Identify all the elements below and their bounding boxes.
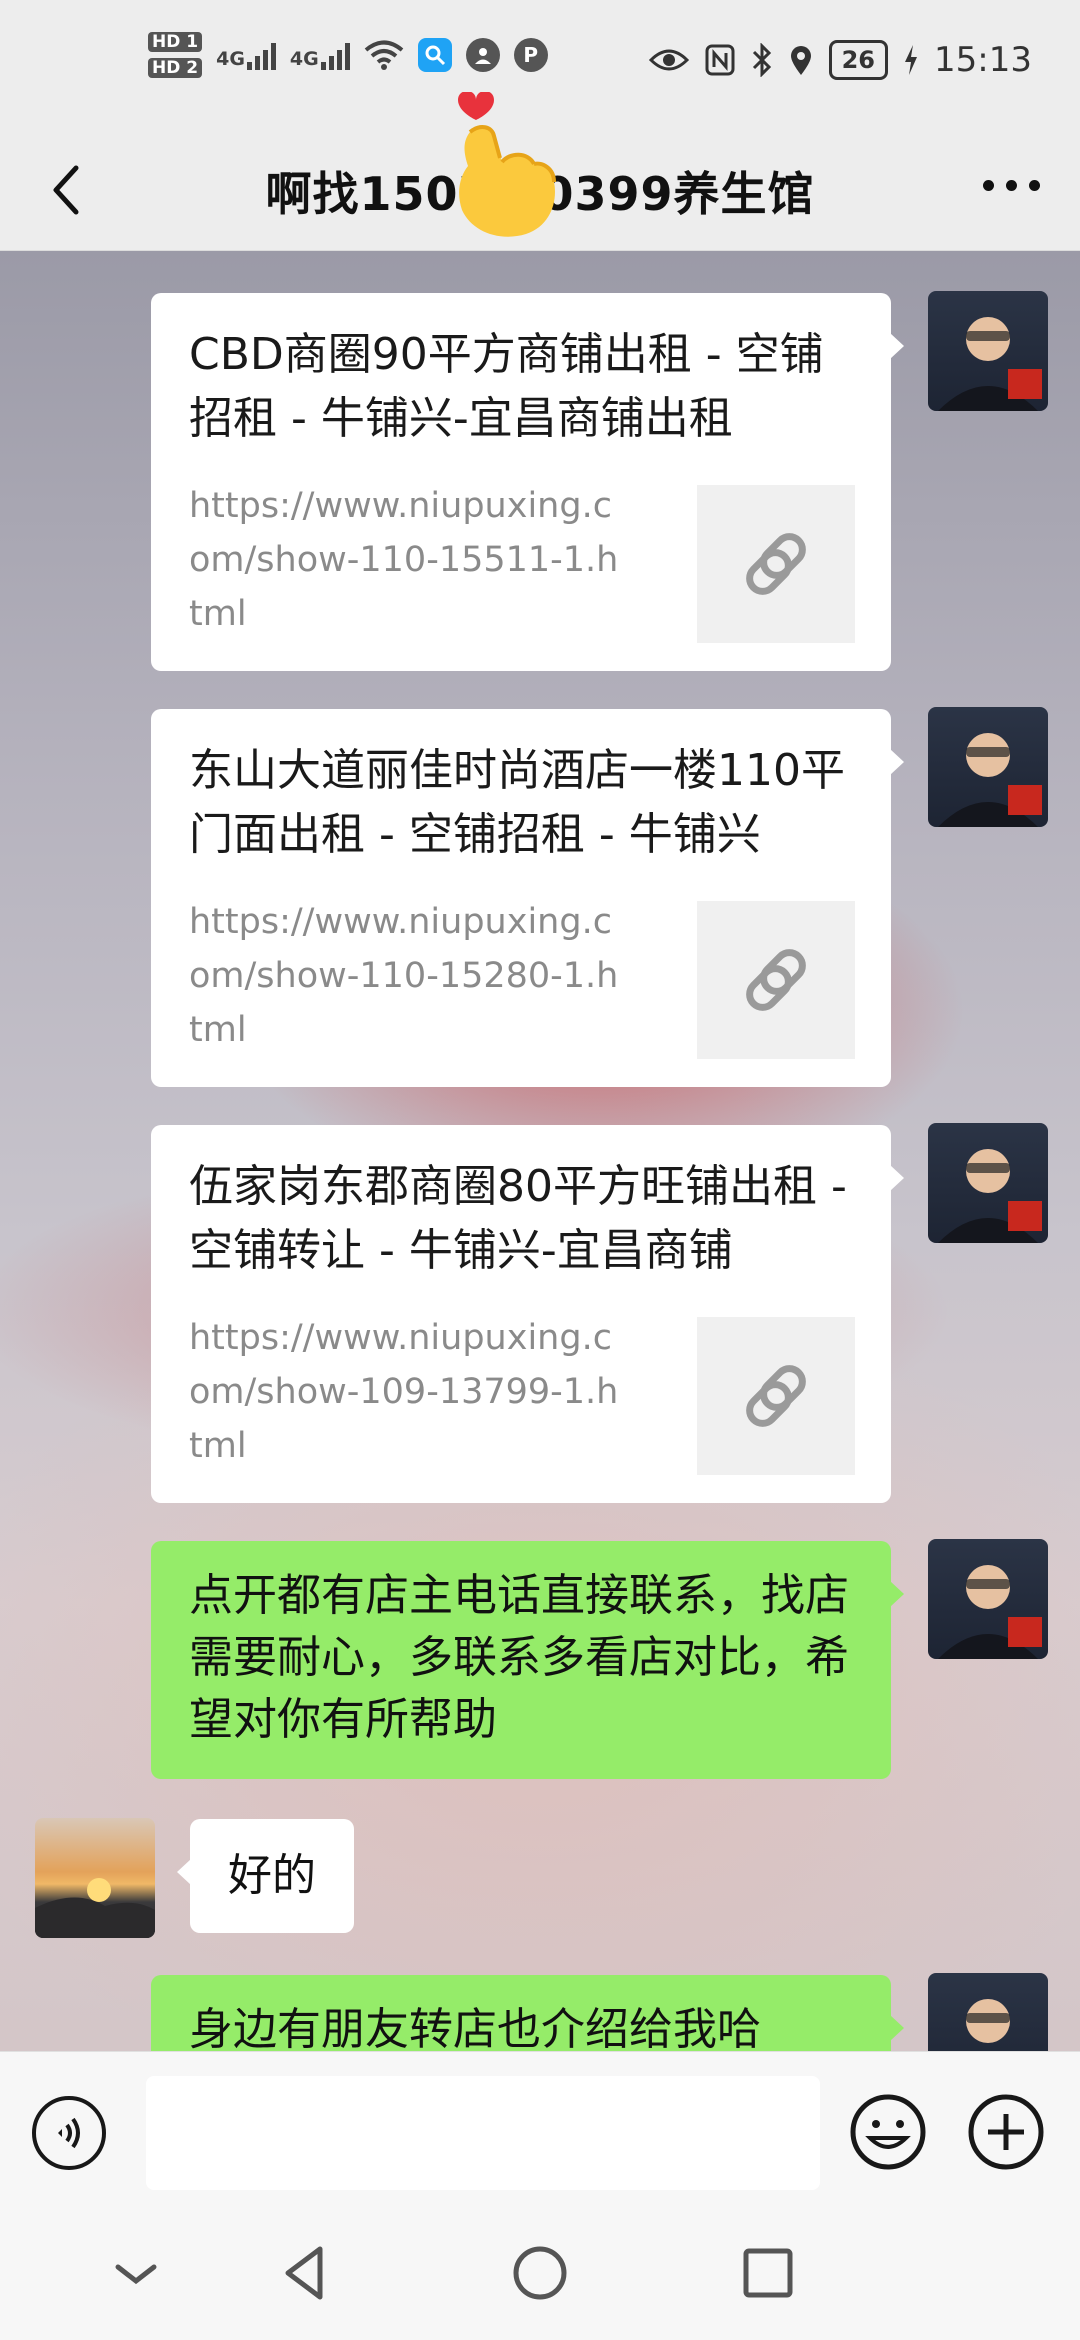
- hd1-badge: HD 1: [148, 32, 203, 52]
- hd2-badge: HD 2: [148, 58, 203, 78]
- contact-avatar[interactable]: [35, 1818, 155, 1938]
- clock: 15:13: [934, 40, 1032, 80]
- eye-icon: [648, 49, 689, 71]
- network-2-label: 4G: [289, 48, 319, 70]
- link-card-title: 伍家岗东郡商圈80平方旺铺出租 - 空铺转让 - 牛铺兴-宜昌商铺: [189, 1161, 847, 1276]
- voice-input-button[interactable]: [32, 2096, 106, 2170]
- my-avatar[interactable]: [928, 1973, 1048, 2051]
- bluetooth-icon: [752, 43, 771, 77]
- received-message-bubble[interactable]: 好的: [177, 1819, 354, 1933]
- sent-message-text: 点开都有店主电话直接联系，找店需要耐心，多联系多看店对比，希望对你有所帮助: [189, 1570, 849, 1745]
- status-right-icons: 26 15:13: [648, 40, 1032, 80]
- charging-icon: [905, 45, 918, 75]
- input-bar: [0, 2051, 1080, 2208]
- chat-area[interactable]: CBD商圈90平方商铺出租 - 空铺招租 - 牛铺兴-宜昌商铺出租 https:…: [0, 251, 1080, 2051]
- signal-1-icon: 4G: [216, 40, 276, 70]
- status-left-icons: HD 1 HD 2 4G 4G P: [148, 32, 548, 78]
- my-avatar[interactable]: [928, 1123, 1048, 1243]
- my-avatar[interactable]: [928, 707, 1048, 827]
- message-input[interactable]: [146, 2076, 820, 2190]
- link-card[interactable]: 东山大道丽佳时尚酒店一楼110平门面出租 - 空铺招租 - 牛铺兴 https:…: [151, 709, 904, 1087]
- link-card[interactable]: CBD商圈90平方商铺出租 - 空铺招租 - 牛铺兴-宜昌商铺出租 https:…: [151, 293, 904, 671]
- nav-back-button[interactable]: [270, 2237, 342, 2309]
- more-options-button[interactable]: [983, 180, 1040, 191]
- link-card-title: CBD商圈90平方商铺出租 - 空铺招租 - 牛铺兴-宜昌商铺出租: [189, 329, 824, 444]
- more-actions-button[interactable]: [966, 2092, 1046, 2172]
- sent-message-bubble[interactable]: 点开都有店主电话直接联系，找店需要耐心，多联系多看店对比，希望对你有所帮助: [151, 1541, 904, 1779]
- system-nav-bar: [0, 2207, 1080, 2340]
- parking-app-icon: P: [513, 38, 548, 72]
- received-message-text: 好的: [228, 1850, 316, 1901]
- finger-heart-emoji: [458, 92, 556, 237]
- emoji-button[interactable]: [848, 2092, 928, 2172]
- network-1-label: 4G: [216, 48, 245, 70]
- location-icon: [790, 46, 811, 75]
- link-card-url: https://www.niupuxing.com/show-110-15280…: [189, 902, 619, 1050]
- link-icon: [746, 949, 806, 1011]
- profile-app-icon: [465, 38, 500, 72]
- link-icon: [746, 1365, 806, 1427]
- voice-icon: [58, 2117, 80, 2149]
- sent-message-bubble[interactable]: 身边有朋友转店也介绍给我哈: [151, 1975, 904, 2051]
- link-thumbnail: [697, 485, 855, 643]
- link-thumbnail: [697, 901, 855, 1059]
- my-avatar[interactable]: [928, 291, 1048, 411]
- search-app-icon: [417, 38, 452, 72]
- link-card[interactable]: 伍家岗东郡商圈80平方旺铺出租 - 空铺转让 - 牛铺兴-宜昌商铺 https:…: [151, 1125, 904, 1503]
- nfc-icon: [705, 44, 735, 76]
- hide-keyboard-button[interactable]: [100, 2237, 172, 2309]
- link-icon: [746, 533, 806, 595]
- nav-home-button[interactable]: [504, 2237, 576, 2309]
- link-card-url: https://www.niupuxing.com/show-109-13799…: [189, 1318, 619, 1466]
- wifi-icon: [364, 40, 404, 70]
- link-card-url: https://www.niupuxing.com/show-110-15511…: [189, 486, 619, 634]
- link-card-title: 东山大道丽佳时尚酒店一楼110平门面出租 - 空铺招租 - 牛铺兴: [189, 745, 845, 860]
- my-avatar[interactable]: [928, 1539, 1048, 1659]
- nav-recents-button[interactable]: [732, 2237, 804, 2309]
- battery-indicator: 26: [828, 40, 889, 80]
- sent-message-text: 身边有朋友转店也介绍给我哈: [189, 2004, 761, 2051]
- signal-2-icon: 4G: [290, 40, 350, 70]
- link-thumbnail: [697, 1317, 855, 1475]
- hd-badges: HD 1 HD 2: [148, 32, 203, 78]
